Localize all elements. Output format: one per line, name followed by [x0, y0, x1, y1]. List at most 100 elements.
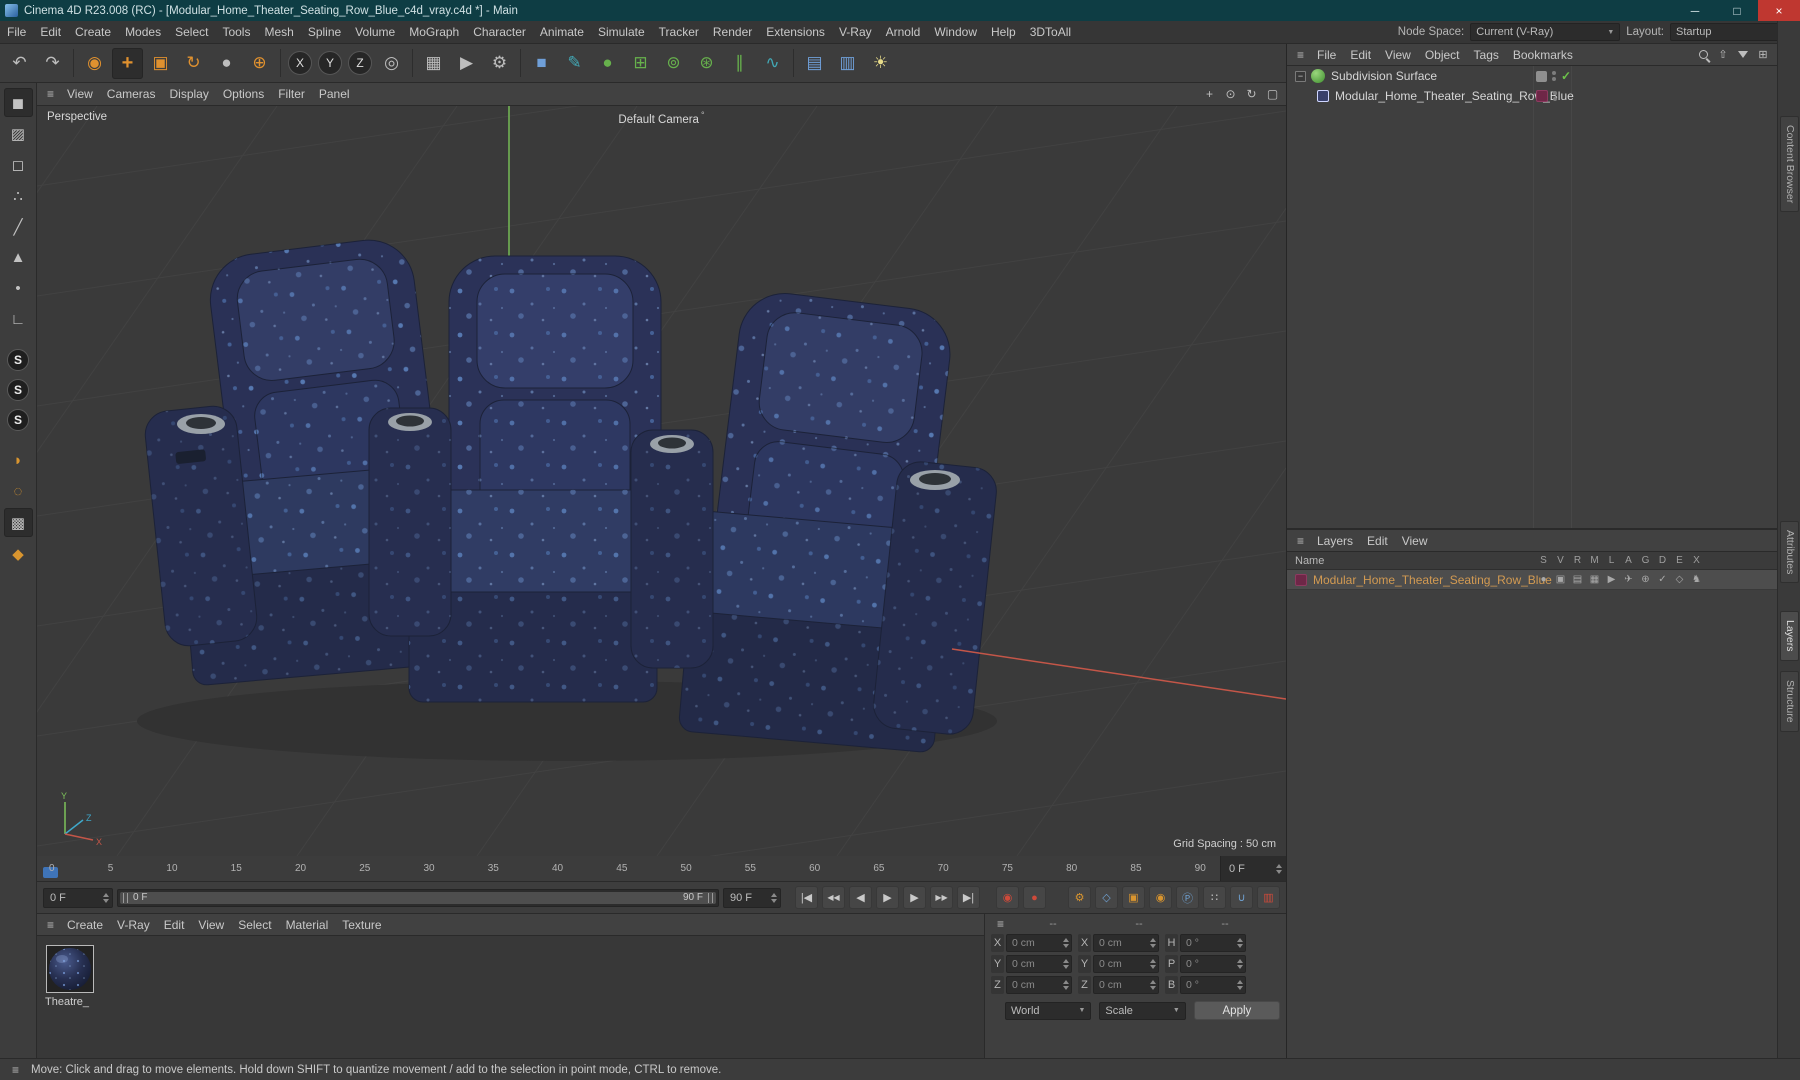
stepper-icon[interactable] — [1061, 936, 1070, 950]
material-menu-item[interactable]: Texture — [335, 914, 388, 935]
model-mode-button[interactable]: ◼ — [3, 88, 33, 117]
uv-edit-button[interactable]: ◆ — [4, 539, 33, 568]
menu-item[interactable]: File — [0, 21, 33, 43]
scale-tool[interactable]: ▣ — [145, 48, 176, 79]
menu-item[interactable]: 3DToAll — [1023, 21, 1078, 43]
material-menu-item[interactable]: Edit — [157, 914, 192, 935]
range-slider-bar[interactable] — [120, 891, 716, 904]
layer-toggle-icon[interactable]: ✓ — [1654, 574, 1671, 585]
autokey-button[interactable]: ● — [1023, 886, 1046, 909]
layers-menu-item[interactable]: View — [1395, 530, 1435, 551]
menu-item[interactable]: Extensions — [759, 21, 832, 43]
viewport-canvas[interactable]: Perspective Default Camera ° Grid Spacing… — [37, 106, 1286, 856]
transform-mode-select[interactable]: Scale ▼ — [1099, 1001, 1186, 1020]
snap-quantize-button[interactable]: S — [7, 409, 29, 431]
stage-button[interactable]: ▥ — [832, 48, 863, 79]
goto-end-button[interactable]: ▶| — [957, 886, 980, 909]
add-panel-icon[interactable]: ⊞ — [1755, 47, 1771, 63]
menu-item[interactable]: Help — [984, 21, 1023, 43]
stepper-icon[interactable] — [1061, 978, 1070, 992]
snap-modes-button[interactable]: S — [7, 379, 29, 401]
tracer-button[interactable]: ⊛ — [691, 48, 722, 79]
object-manager-menu-item[interactable]: Object — [1418, 44, 1467, 65]
menu-item[interactable]: V-Ray — [832, 21, 879, 43]
keying-settings-button[interactable]: ⚙ — [1068, 886, 1091, 909]
menu-item[interactable]: Simulate — [591, 21, 652, 43]
menu-item[interactable]: Volume — [348, 21, 402, 43]
redo-button[interactable]: ↷ — [37, 48, 68, 79]
current-frame-field[interactable]: 0 F — [43, 887, 113, 908]
stepper-icon[interactable] — [1235, 957, 1244, 971]
layer-name[interactable]: Modular_Home_Theater_Seating_Row_Blue — [1313, 573, 1552, 587]
viewport-menu-item[interactable]: Filter — [271, 83, 312, 105]
lock-y-button[interactable]: Y — [318, 51, 342, 75]
object-manager-hamburger-icon[interactable]: ≡ — [1291, 45, 1310, 64]
close-button[interactable]: × — [1758, 0, 1800, 21]
points-mode-button[interactable]: ∴ — [4, 181, 33, 210]
object-manager-menu-item[interactable]: Bookmarks — [1506, 44, 1580, 65]
material-menu-item[interactable]: V-Ray — [110, 914, 157, 935]
live-selection-tool[interactable]: ◉ — [79, 48, 110, 79]
viewport-menu-item[interactable]: View — [60, 83, 100, 105]
layer-toggle-icon[interactable]: ▤ — [1569, 574, 1586, 585]
pen-spline-button[interactable]: ✎ — [559, 48, 590, 79]
undo-button[interactable]: ↶ — [4, 48, 35, 79]
viewport-menu-item[interactable]: Cameras — [100, 83, 163, 105]
rotation-input[interactable]: 0 ° — [1180, 934, 1246, 952]
maximize-view-icon[interactable]: ▢ — [1263, 85, 1282, 104]
viewport-menu-item[interactable]: Options — [216, 83, 271, 105]
collapse-icon[interactable]: − — [1295, 70, 1306, 82]
edges-mode-button[interactable]: ╱ — [4, 212, 33, 241]
next-key-button[interactable]: ▶▶ — [930, 886, 953, 909]
layer-toggle-icon[interactable]: ▶ — [1603, 574, 1620, 585]
menu-item[interactable]: Select — [168, 21, 215, 43]
end-frame-field[interactable]: 90 F — [723, 887, 781, 908]
object-row-seating-mesh[interactable]: Modular_Home_Theater_Seating_Row_Blue — [1287, 86, 1777, 106]
generators-button[interactable]: ⊞ — [625, 48, 656, 79]
layer-toggle-icon[interactable]: ✈ — [1620, 574, 1637, 585]
pan-view-icon[interactable]: + — [1200, 85, 1219, 104]
record-objects-button[interactable]: ▥ — [1257, 886, 1280, 909]
coordinate-space-select[interactable]: World ▼ — [1005, 1001, 1092, 1020]
floor-button[interactable]: ▤ — [799, 48, 830, 79]
tab-attributes[interactable]: Attributes — [1780, 521, 1799, 584]
material-tag-icon[interactable] — [1536, 90, 1548, 102]
viewport-camera-label[interactable]: Default Camera ° — [37, 110, 1286, 126]
layer-toggle-icon[interactable]: ▦ — [1586, 574, 1603, 585]
rotation-input[interactable]: 0 ° — [1180, 976, 1246, 994]
layer-row[interactable]: Modular_Home_Theater_Seating_Row_Blue ● ▣… — [1287, 570, 1777, 590]
layer-chip-icon[interactable] — [1536, 70, 1547, 82]
scroll-to-active-icon[interactable]: ⇧ — [1715, 47, 1731, 63]
position-input[interactable]: 0 cm — [1006, 955, 1072, 973]
range-start-grip[interactable] — [123, 892, 128, 903]
render-view-button[interactable]: ▦ — [418, 48, 449, 79]
enabled-check-icon[interactable]: ✓ — [1561, 69, 1571, 83]
layer-color-icon[interactable] — [1295, 573, 1307, 586]
menu-item[interactable]: Window — [927, 21, 984, 43]
layout-select[interactable]: Startup ▼ — [1670, 23, 1790, 41]
viewport-menu-item[interactable]: Display — [162, 83, 215, 105]
snap-magnet-button[interactable]: ∪ — [1230, 886, 1253, 909]
key-rotation-button[interactable]: ◉ — [1149, 886, 1172, 909]
material-thumbnail[interactable] — [46, 945, 94, 993]
menu-item[interactable]: Modes — [118, 21, 168, 43]
layers-menu-item[interactable]: Layers — [1310, 530, 1360, 551]
ruler-frame-box[interactable]: 0 F — [1220, 856, 1286, 881]
lock-x-button[interactable]: X — [288, 51, 312, 75]
status-hamburger-icon[interactable]: ≡ — [6, 1060, 25, 1079]
stepper-icon[interactable] — [1061, 957, 1070, 971]
menu-item[interactable]: Edit — [33, 21, 68, 43]
material-menu-item[interactable]: Select — [231, 914, 278, 935]
menu-item[interactable]: Animate — [533, 21, 591, 43]
viewport-hamburger-icon[interactable]: ≡ — [41, 85, 60, 104]
workplane-mode-button[interactable]: ∟ — [4, 305, 33, 334]
stepper-icon[interactable] — [101, 891, 110, 905]
object-manager-menu-item[interactable]: View — [1378, 44, 1418, 65]
menu-item[interactable]: MoGraph — [402, 21, 466, 43]
previous-frame-button[interactable]: ◀ — [849, 886, 872, 909]
texture-mode-button[interactable]: ▨ — [4, 119, 33, 148]
menu-item[interactable]: Arnold — [879, 21, 928, 43]
rotate-tool[interactable]: ↻ — [178, 48, 209, 79]
timeline-ruler[interactable]: 0 5 10 15 20 25 30 35 40 45 50 55 60 65 70 75 80 85 90 0 F — [37, 856, 1286, 882]
menu-item[interactable]: Spline — [301, 21, 348, 43]
